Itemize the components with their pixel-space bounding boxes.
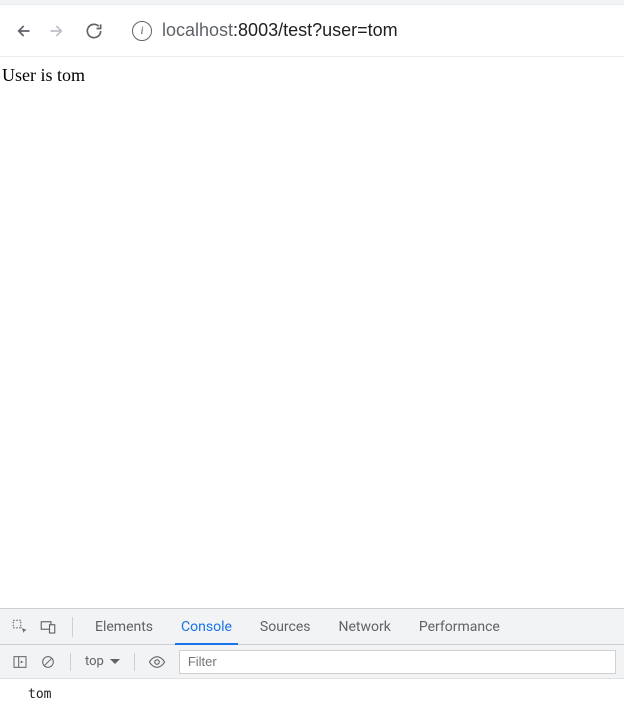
clear-console-button[interactable] <box>36 650 60 674</box>
reload-button[interactable] <box>84 21 104 41</box>
back-button[interactable] <box>12 21 32 41</box>
tab-elements[interactable]: Elements <box>81 609 167 645</box>
divider <box>134 653 135 671</box>
divider <box>72 617 73 637</box>
arrow-left-icon <box>12 21 32 41</box>
console-output: tom <box>0 679 624 711</box>
tab-sources[interactable]: Sources <box>246 609 325 645</box>
context-label: top <box>85 654 104 669</box>
inspect-element-button[interactable] <box>8 615 32 639</box>
tab-network[interactable]: Network <box>325 609 405 645</box>
address-bar[interactable]: i localhost:8003/test?user=tom <box>132 20 612 41</box>
url-port: :8003 <box>233 20 278 40</box>
tab-console[interactable]: Console <box>167 609 246 645</box>
devtools-tabbar: Elements Console Sources Network Perform… <box>0 609 624 645</box>
console-toolbar: top <box>0 645 624 679</box>
url-text: localhost:8003/test?user=tom <box>162 20 398 41</box>
devtools-panel: Elements Console Sources Network Perform… <box>0 608 624 711</box>
toggle-console-sidebar-button[interactable] <box>8 650 32 674</box>
reload-icon <box>84 21 104 41</box>
url-query: ?user=tom <box>312 20 398 40</box>
clear-icon <box>40 654 56 670</box>
url-host: localhost <box>162 20 233 40</box>
sidebar-icon <box>12 654 28 670</box>
device-icon <box>39 618 57 636</box>
forward-button[interactable] <box>48 21 68 41</box>
page-text: User is tom <box>2 65 85 85</box>
browser-toolbar: i localhost:8003/test?user=tom <box>0 5 624 57</box>
page-body: User is tom <box>0 57 624 608</box>
url-path: /test <box>278 20 312 40</box>
device-toolbar-button[interactable] <box>36 615 60 639</box>
chevron-down-icon <box>110 659 120 664</box>
eye-icon <box>148 653 166 671</box>
divider <box>70 653 71 671</box>
inspect-icon <box>11 618 29 636</box>
console-message: tom <box>28 687 51 702</box>
site-info-icon[interactable]: i <box>132 21 152 41</box>
tab-performance[interactable]: Performance <box>405 609 514 645</box>
console-filter-input[interactable] <box>179 650 616 674</box>
arrow-right-icon <box>48 21 68 41</box>
live-expression-button[interactable] <box>145 650 169 674</box>
execution-context-selector[interactable]: top <box>81 654 124 669</box>
